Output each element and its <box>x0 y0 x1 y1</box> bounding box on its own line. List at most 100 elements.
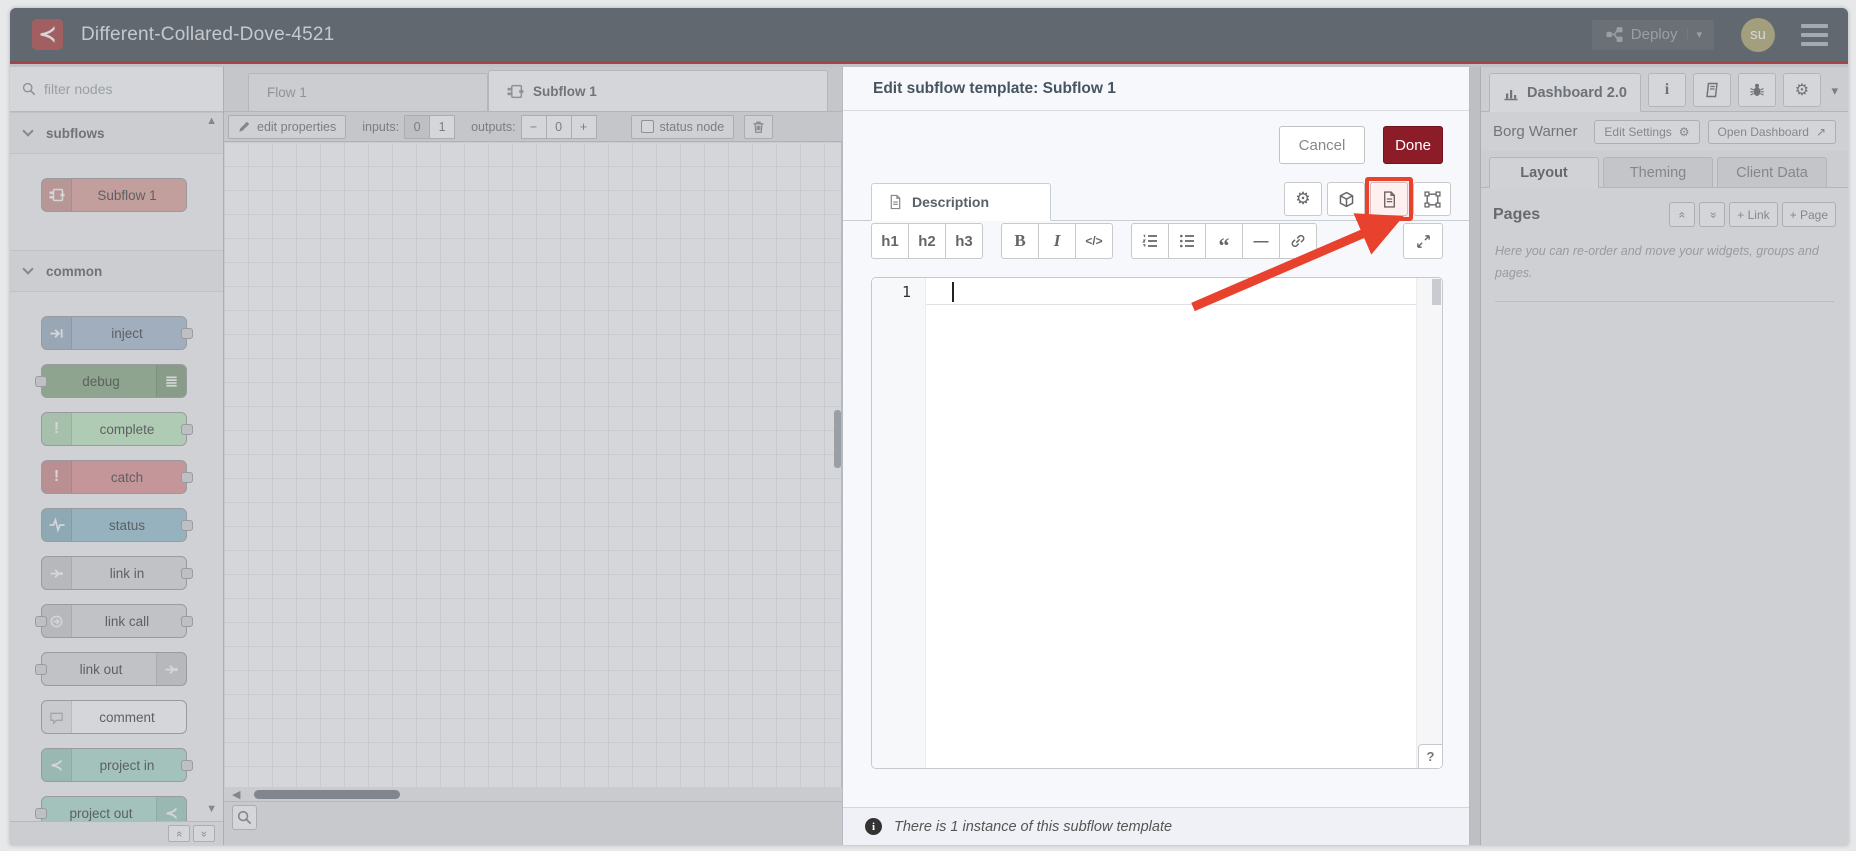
palette-node-debug[interactable]: debug <box>35 364 187 398</box>
tab-dashboard-2[interactable]: Dashboard 2.0 <box>1489 73 1641 112</box>
chevron-down-icon <box>22 125 34 137</box>
node-port <box>35 616 47 627</box>
inputs-option-0[interactable]: 0 <box>404 114 431 139</box>
open-dashboard-button[interactable]: Open Dashboard ↗ <box>1707 119 1836 144</box>
heading3-button[interactable]: h3 <box>945 223 983 259</box>
palette-node-complete[interactable]: ! complete <box>41 412 193 446</box>
canvas-vscrollbar[interactable] <box>834 410 841 468</box>
tab-description[interactable]: Description <box>871 183 1051 221</box>
canvas-hscrollbar[interactable]: ◀ <box>224 787 842 801</box>
editor-content[interactable] <box>926 278 1442 768</box>
palette-node-project-in[interactable]: ≺ project in <box>41 748 193 782</box>
info-tab-button[interactable]: i <box>1647 73 1686 107</box>
sidebar-menu-caret[interactable]: ▾ <box>1831 83 1838 99</box>
help-tab-button[interactable] <box>1692 73 1731 107</box>
cancel-button[interactable]: Cancel <box>1279 126 1365 164</box>
palette-section-subflows[interactable]: subflows <box>10 112 223 154</box>
tab-theming[interactable]: Theming <box>1603 157 1713 188</box>
header: ≺ Different-Collared-Dove-4521 Deploy ▾ … <box>10 8 1848 64</box>
blockquote-button[interactable]: “ <box>1205 223 1243 259</box>
hscroll-thumb[interactable] <box>254 789 401 799</box>
description-button[interactable] <box>1365 177 1413 221</box>
palette-scroll-down-icon[interactable]: ▼ <box>206 803 217 815</box>
dialog-actions: Cancel Done <box>1279 126 1443 164</box>
settings-tab-button[interactable]: ⚙ <box>1782 73 1821 107</box>
palette-filter-input[interactable] <box>44 81 194 97</box>
description-editor[interactable]: 1 ? <box>871 277 1443 769</box>
main-menu-button[interactable] <box>1801 23 1828 46</box>
edit-settings-button[interactable]: Edit Settings ⚙ <box>1594 119 1700 144</box>
scroll-left-icon[interactable]: ◀ <box>232 788 240 801</box>
deploy-button[interactable]: Deploy ▾ <box>1590 18 1715 51</box>
palette-scroll-up-icon[interactable]: ▲ <box>206 115 217 127</box>
inputs-toggle: 0 1 <box>404 114 456 139</box>
collapse-all-button[interactable]: « <box>168 825 190 842</box>
tab-flow-1[interactable]: Flow 1 <box>248 73 488 111</box>
deploy-dropdown[interactable]: ▾ <box>1687 28 1710 41</box>
main-area: ▲ ▼ subflows Subflow 1 common <box>10 67 1848 845</box>
outputs-plus-button[interactable]: + <box>570 114 597 139</box>
active-line <box>926 278 1416 305</box>
user-avatar[interactable]: su <box>1741 17 1775 52</box>
flow-canvas[interactable] <box>224 142 842 787</box>
add-link-button[interactable]: + Link <box>1729 202 1778 227</box>
dashboard-subtabs: Layout Theming Client Data <box>1481 151 1848 188</box>
move-up-button[interactable]: « <box>1669 202 1696 227</box>
trash-icon <box>753 121 764 133</box>
italic-button[interactable]: I <box>1038 223 1076 259</box>
status-node-toggle[interactable]: status node <box>630 114 735 139</box>
add-page-button[interactable]: + Page <box>1781 202 1836 227</box>
editor-vscroll-thumb[interactable] <box>1432 279 1441 305</box>
edit-properties-button[interactable]: edit properties <box>228 114 347 139</box>
properties-gear-button[interactable]: ⚙ <box>1284 182 1322 216</box>
debug-icon <box>156 365 186 397</box>
heading2-button[interactable]: h2 <box>908 223 946 259</box>
canvas-search-button[interactable] <box>232 805 257 830</box>
double-chevron-down-icon: « <box>198 830 210 837</box>
module-properties-button[interactable] <box>1413 182 1451 216</box>
bold-button[interactable]: B <box>1001 223 1039 259</box>
expand-all-button[interactable]: « <box>193 825 215 842</box>
palette-node-link-in[interactable]: link in <box>41 556 193 590</box>
inputs-option-1[interactable]: 1 <box>429 114 456 139</box>
selection-frame-icon <box>1423 190 1441 208</box>
node-port <box>181 520 193 531</box>
editor-help-button[interactable]: ? <box>1418 744 1442 768</box>
palette-node-link-out[interactable]: link out <box>35 652 187 686</box>
palette-node-catch[interactable]: ! catch <box>41 460 193 494</box>
debug-tab-button[interactable] <box>1737 73 1776 107</box>
outputs-minus-button[interactable]: − <box>520 114 547 139</box>
tab-subflow-1[interactable]: Subflow 1 <box>488 70 828 111</box>
palette-node-status[interactable]: status <box>41 508 193 542</box>
link-button[interactable] <box>1279 223 1317 259</box>
palette-node-comment[interactable]: comment <box>41 700 187 734</box>
expand-icon <box>1416 234 1430 248</box>
palette-node-link-call[interactable]: link call <box>35 604 193 638</box>
unordered-list-button[interactable] <box>1168 223 1206 259</box>
code-button[interactable]: </> <box>1075 223 1113 259</box>
bug-icon <box>1750 83 1764 96</box>
divider <box>1495 300 1834 302</box>
move-down-button[interactable]: « <box>1699 202 1726 227</box>
edit-subflow-dialog: Edit subflow template: Subflow 1 Cancel … <box>842 67 1470 845</box>
expand-editor-button[interactable] <box>1403 223 1443 259</box>
ordered-list-icon <box>1142 234 1157 247</box>
outputs-value: 0 <box>545 114 572 139</box>
pages-help-text: Here you can re-order and move your widg… <box>1495 244 1819 280</box>
palette-section-common[interactable]: common <box>10 250 223 292</box>
palette-node-inject[interactable]: inject <box>41 316 193 350</box>
outputs-label: outputs: <box>471 119 516 134</box>
horizontal-rule-button[interactable]: — <box>1242 223 1280 259</box>
ordered-list-button[interactable] <box>1131 223 1169 259</box>
tab-client-data[interactable]: Client Data <box>1717 157 1827 188</box>
status-node-checkbox[interactable] <box>640 120 654 133</box>
tab-layout[interactable]: Layout <box>1489 157 1599 188</box>
node-palette: ▲ ▼ subflows Subflow 1 common <box>10 67 224 845</box>
search-icon <box>237 810 252 825</box>
appearance-button[interactable] <box>1327 182 1365 216</box>
palette-node-subflow-1[interactable]: Subflow 1 <box>41 178 187 212</box>
done-button[interactable]: Done <box>1383 126 1443 164</box>
heading1-button[interactable]: h1 <box>871 223 909 259</box>
delete-subflow-button[interactable] <box>744 114 774 139</box>
instance-count-text: There is 1 instance of this subflow temp… <box>894 818 1173 835</box>
